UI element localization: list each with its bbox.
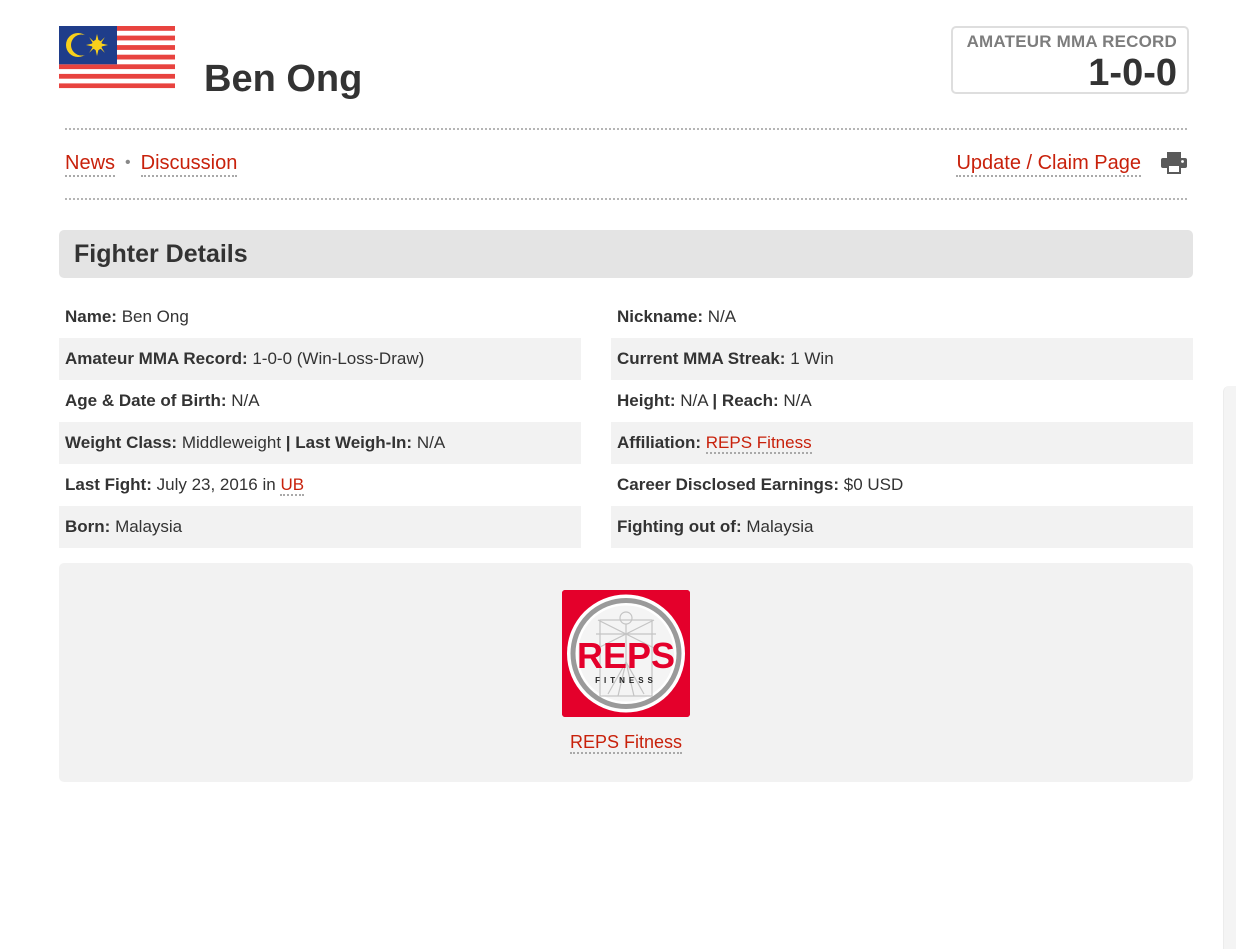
detail-label: Born:	[65, 517, 111, 536]
detail-label: Amateur MMA Record:	[65, 349, 248, 368]
printer-icon[interactable]	[1161, 152, 1187, 174]
detail-label: Fighting out of:	[617, 517, 742, 536]
detail-row-weight-class: Weight Class: Middleweight | Last Weigh-…	[59, 422, 581, 464]
affiliation-link[interactable]: REPS Fitness	[705, 433, 812, 454]
detail-label: Last Weigh-In:	[295, 433, 413, 452]
detail-label: Reach:	[721, 391, 779, 410]
detail-value: N/A	[416, 433, 446, 452]
details-left-column: Name: Ben Ong Amateur MMA Record: 1-0-0 …	[59, 296, 581, 548]
amateur-record-box: AMATEUR MMA RECORD 1-0-0	[951, 26, 1189, 94]
malaysia-flag-icon	[59, 26, 175, 93]
detail-label: Age & Date of Birth:	[65, 391, 227, 410]
news-link[interactable]: News	[65, 152, 116, 177]
detail-value: Malaysia	[746, 517, 814, 536]
affiliation-name-container: REPS Fitness	[59, 730, 1193, 754]
nav-separator: •	[125, 154, 131, 171]
detail-row-age-dob: Age & Date of Birth: N/A	[59, 380, 581, 422]
detail-value: Malaysia	[115, 517, 183, 536]
detail-row-fighting-out-of: Fighting out of: Malaysia	[611, 506, 1193, 548]
section-title: Fighter Details	[74, 240, 248, 268]
detail-row-name: Name: Ben Ong	[59, 296, 581, 338]
detail-row-nickname: Nickname: N/A	[611, 296, 1193, 338]
detail-value: N/A	[707, 307, 737, 326]
detail-row-streak: Current MMA Streak: 1 Win	[611, 338, 1193, 380]
profile-actions: Update / Claim Page	[956, 150, 1141, 177]
detail-label: Current MMA Streak:	[617, 349, 786, 368]
detail-label: Affiliation:	[617, 433, 702, 452]
logo-subtext: FITNESS	[595, 676, 657, 685]
update-claim-link[interactable]: Update / Claim Page	[956, 152, 1141, 177]
detail-label: Weight Class:	[65, 433, 178, 452]
detail-value: N/A	[783, 391, 812, 410]
detail-label: Name:	[65, 307, 117, 326]
scrollbar[interactable]	[1223, 386, 1236, 949]
details-right-column: Nickname: N/A Current MMA Streak: 1 Win …	[611, 296, 1193, 548]
detail-row-height-reach: Height: N/A | Reach: N/A	[611, 380, 1193, 422]
affiliation-card: REPS FITNESS REPS Fitness	[59, 563, 1193, 782]
fighter-profile-page: Ben Ong AMATEUR MMA RECORD 1-0-0 News • Di…	[0, 0, 1236, 949]
nav-top-divider	[65, 128, 1187, 130]
affiliation-name-link[interactable]: REPS Fitness	[569, 732, 683, 754]
fighter-name: Ben Ong	[204, 58, 363, 100]
detail-value: N/A	[231, 391, 260, 410]
nav-bottom-divider	[65, 198, 1187, 200]
detail-label: Career Disclosed Earnings:	[617, 475, 840, 494]
record-value: 1-0-0	[1088, 52, 1177, 94]
detail-label: Nickname:	[617, 307, 703, 326]
logo-wordmark: REPS	[577, 635, 675, 676]
reps-fitness-logo[interactable]: REPS FITNESS	[562, 590, 690, 717]
detail-row-affiliation: Affiliation: REPS Fitness	[611, 422, 1193, 464]
detail-label: Height:	[617, 391, 676, 410]
detail-value: Ben Ong	[121, 307, 189, 326]
detail-value: 1-0-0 (Win-Loss-Draw)	[252, 349, 425, 368]
detail-value: N/A	[680, 391, 708, 410]
detail-value: Middleweight	[181, 433, 282, 452]
detail-value: 1 Win	[790, 349, 834, 368]
detail-value: July 23, 2016 in	[156, 475, 276, 494]
discussion-link[interactable]: Discussion	[140, 152, 238, 177]
detail-row-last-fight: Last Fight: July 23, 2016 in UB	[59, 464, 581, 506]
detail-row-born: Born: Malaysia	[59, 506, 581, 548]
detail-label: Last Fight:	[65, 475, 152, 494]
detail-row-amateur-record: Amateur MMA Record: 1-0-0 (Win-Loss-Draw…	[59, 338, 581, 380]
detail-row-earnings: Career Disclosed Earnings: $0 USD	[611, 464, 1193, 506]
record-label: AMATEUR MMA RECORD	[966, 32, 1177, 51]
profile-nav: News • Discussion	[65, 150, 238, 178]
detail-separator: |	[712, 391, 718, 410]
fighter-details-header: Fighter Details	[59, 230, 1193, 278]
detail-value: $0 USD	[843, 475, 904, 494]
detail-separator: |	[285, 433, 291, 452]
last-fight-event-link[interactable]: UB	[280, 475, 305, 496]
